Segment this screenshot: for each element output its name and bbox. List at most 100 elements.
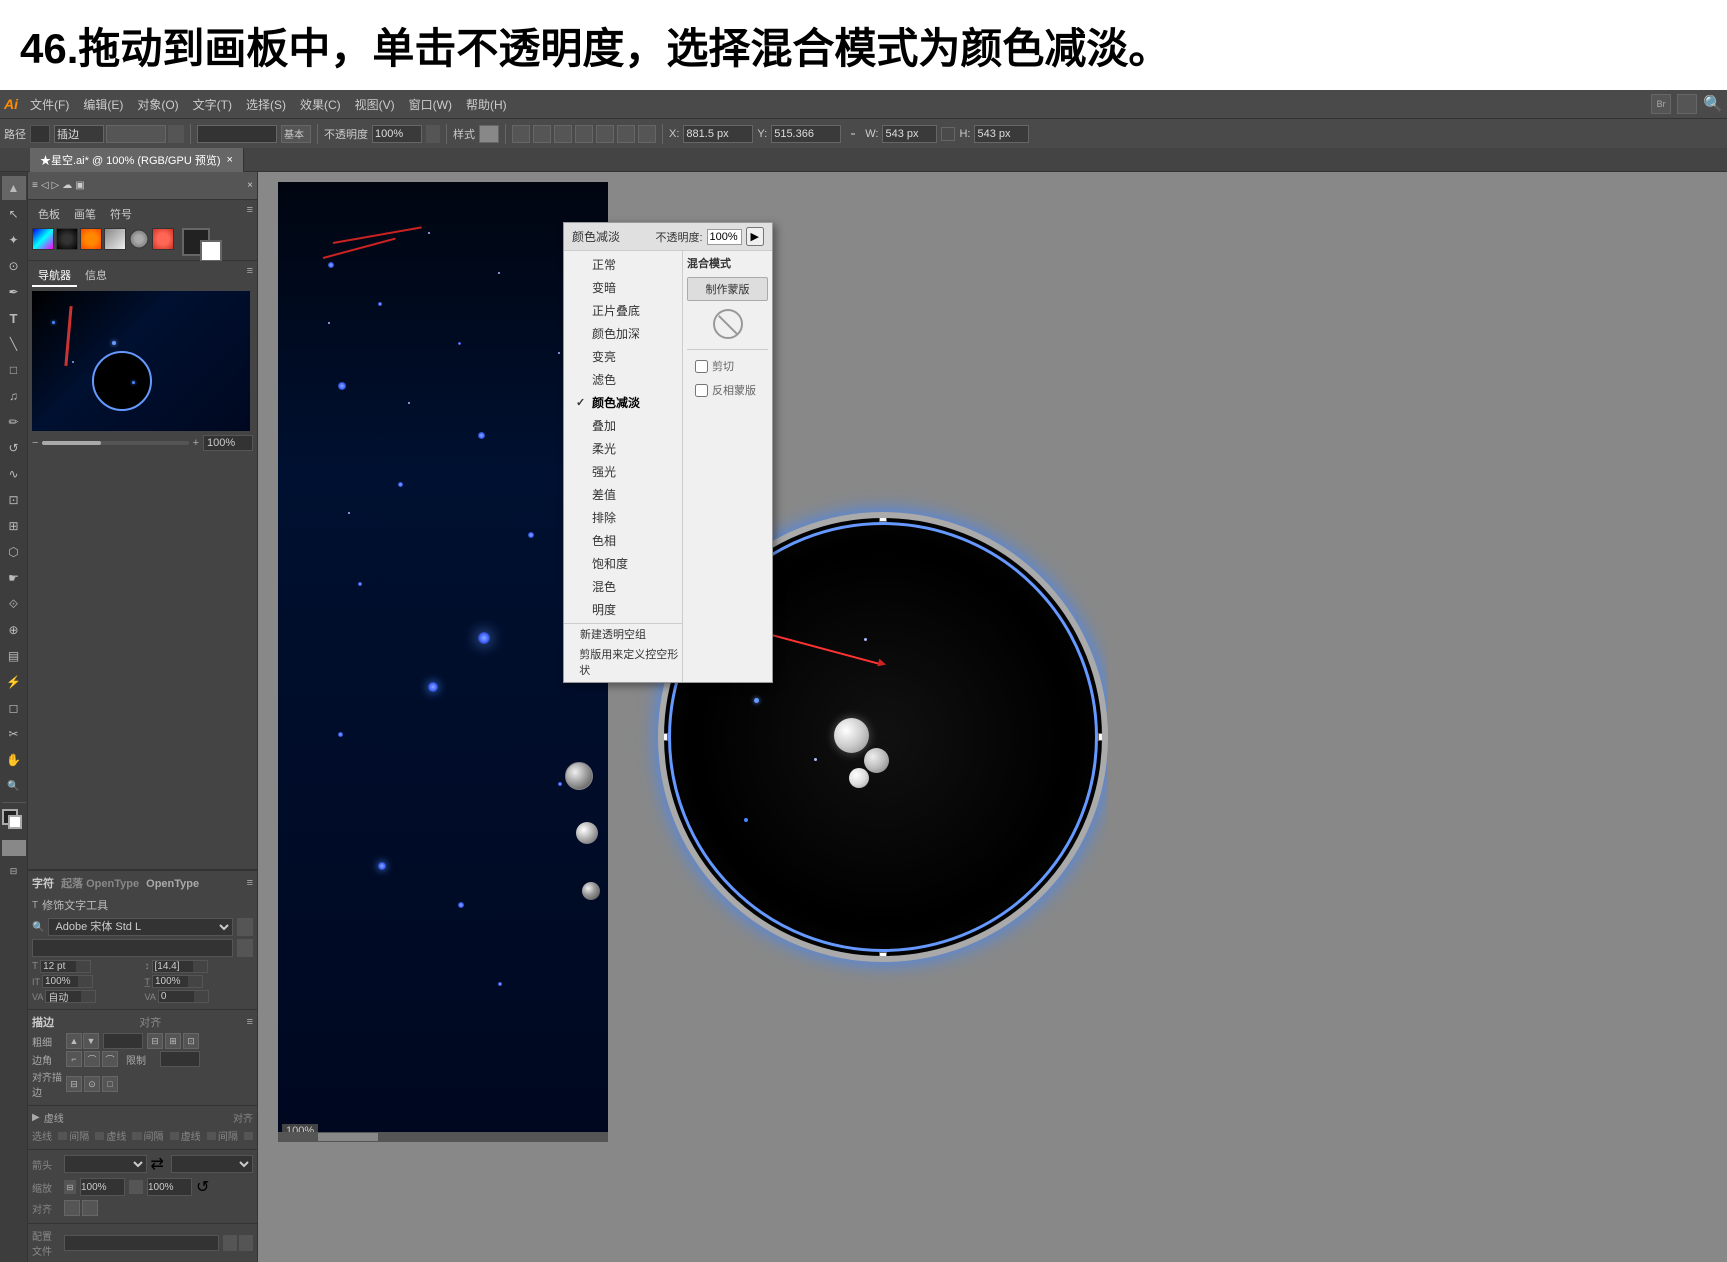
blend-mode-overlay[interactable]: 叠加 — [564, 414, 682, 437]
weight-up-btn[interactable]: ▼ — [83, 1033, 99, 1049]
handle-top[interactable] — [879, 514, 887, 522]
tab-swatches[interactable]: 色板 — [32, 204, 66, 224]
swatch-star[interactable] — [126, 226, 152, 252]
cap-round[interactable]: ⊙ — [84, 1076, 100, 1092]
magic-wand-tool[interactable]: ✦ — [2, 228, 26, 252]
blend-mode-exclusion[interactable]: 排除 — [564, 506, 682, 529]
h-scroll-thumb[interactable] — [318, 1133, 378, 1141]
document-tab[interactable]: ★星空.ai* @ 100% (RGB/GPU 预览) × — [30, 148, 244, 172]
mode-input[interactable] — [54, 125, 104, 143]
h-input[interactable] — [974, 125, 1029, 143]
link-wh-icon[interactable] — [941, 127, 955, 141]
leading-input[interactable] — [153, 961, 193, 972]
tool-icon-3[interactable] — [554, 125, 572, 143]
rect-tool[interactable]: □ — [2, 358, 26, 382]
tool-icon-7[interactable] — [638, 125, 656, 143]
kern-dropdown[interactable] — [194, 991, 208, 1002]
nav-menu-icon[interactable]: ≡ — [247, 265, 253, 287]
path-color-swatch[interactable] — [30, 125, 50, 143]
scale-refresh-icon[interactable]: ↺ — [196, 1177, 209, 1197]
dropdown-title[interactable]: 颜色减淡 — [572, 228, 620, 245]
tool-icon-6[interactable] — [617, 125, 635, 143]
menu-view[interactable]: 视图(V) — [349, 94, 401, 115]
char-panel-menu[interactable]: ≡ — [247, 877, 253, 889]
swatch-red[interactable] — [152, 228, 174, 250]
blend-mode-dodge[interactable]: ✓ 颜色减淡 — [564, 391, 682, 414]
w-input[interactable] — [882, 125, 937, 143]
screen-mode[interactable]: ⊟ — [2, 859, 26, 883]
align-end-btn[interactable] — [64, 1200, 80, 1216]
stroke-box[interactable] — [8, 815, 22, 829]
zoom-slider[interactable] — [42, 441, 188, 445]
scale-pct-2[interactable] — [147, 1178, 192, 1196]
zoom-in-icon[interactable]: + — [193, 437, 199, 449]
corner-bevel[interactable]: ⌒ — [102, 1051, 118, 1067]
menu-select[interactable]: 选择(S) — [240, 94, 292, 115]
blend-mode-hard-light[interactable]: 强光 — [564, 460, 682, 483]
direct-selection-tool[interactable]: ↖ — [2, 202, 26, 226]
handle-tr[interactable] — [1098, 514, 1106, 522]
align-path-btn[interactable] — [82, 1200, 98, 1216]
y-input[interactable] — [771, 125, 841, 143]
font-dropdown-btn[interactable] — [237, 918, 253, 936]
font-style-input[interactable] — [32, 939, 233, 957]
panel-menu-icon[interactable]: ≡ — [247, 204, 253, 224]
extra-option-1[interactable]: 新建透明空组 — [564, 624, 682, 644]
hand-tool[interactable]: ✋ — [2, 748, 26, 772]
arrow-start-select[interactable] — [64, 1155, 147, 1173]
font-family-select[interactable]: Adobe 宋体 Std L — [48, 918, 233, 936]
arrow-end-select[interactable] — [171, 1155, 254, 1173]
color-mode-btns[interactable] — [2, 840, 26, 856]
blend-tool[interactable]: ⟐ — [2, 592, 26, 616]
blend-mode-soft-light[interactable]: 柔光 — [564, 437, 682, 460]
weight-input[interactable] — [103, 1033, 143, 1049]
scissors-tool[interactable]: ✂ — [2, 722, 26, 746]
selection-tool[interactable]: ▲ — [2, 176, 26, 200]
tab-symbols[interactable]: 符号 — [104, 204, 138, 224]
stroke-menu[interactable]: ≡ — [247, 1016, 253, 1028]
lasso-tool[interactable]: ⊙ — [2, 254, 26, 278]
profile-btn-2[interactable] — [239, 1235, 253, 1251]
opacity-value-input[interactable] — [707, 229, 742, 245]
fill-stroke-widget[interactable] — [2, 809, 26, 837]
scale-tool[interactable]: ⊡ — [2, 488, 26, 512]
mode-dropdown[interactable] — [168, 125, 184, 143]
align-outside-btn[interactable]: ⊡ — [183, 1033, 199, 1049]
cap-square[interactable]: □ — [102, 1076, 118, 1092]
tab-navigator[interactable]: 导航器 — [32, 265, 77, 287]
menu-help[interactable]: 帮助(H) — [460, 94, 513, 115]
blend-mode-color-burn[interactable]: 颜色加深 — [564, 322, 682, 345]
pen-tool[interactable]: ✒ — [2, 280, 26, 304]
opacity-expand[interactable] — [426, 125, 440, 143]
tab-info[interactable]: 信息 — [79, 265, 113, 287]
hscale-input[interactable] — [43, 976, 78, 987]
column-graph[interactable]: ▤ — [2, 644, 26, 668]
pencil-tool[interactable]: ✏ — [2, 410, 26, 434]
blend-mode-multiply[interactable]: 正片叠底 — [564, 299, 682, 322]
eyedropper[interactable]: ☛ — [2, 566, 26, 590]
bridge-icon[interactable]: Br — [1651, 94, 1671, 114]
h-scroll[interactable] — [278, 1132, 608, 1142]
style-swatch[interactable] — [479, 125, 499, 143]
blend-mode-hue[interactable]: 色相 — [564, 529, 682, 552]
profile-btn-1[interactable] — [223, 1235, 237, 1251]
vscale-dropdown[interactable] — [188, 976, 202, 987]
panel-icon-2[interactable]: ◁ — [41, 180, 49, 191]
font-size-input[interactable] — [41, 961, 76, 972]
background-box[interactable] — [200, 240, 222, 262]
zoom-tool[interactable]: 🔍 — [2, 774, 26, 798]
shape-builder[interactable]: ⊞ — [2, 514, 26, 538]
cap-butt[interactable]: ⊟ — [66, 1076, 82, 1092]
blend-mode-saturation[interactable]: 饱和度 — [564, 552, 682, 575]
limit-input[interactable] — [160, 1051, 200, 1067]
handle-right[interactable] — [1098, 733, 1106, 741]
line-style[interactable] — [197, 125, 277, 143]
blend-mode-color[interactable]: 混色 — [564, 575, 682, 598]
tool-icon-1[interactable] — [512, 125, 530, 143]
leading-dropdown[interactable] — [193, 961, 207, 972]
extra-option-2[interactable]: 剪版用来定义控空形状 — [564, 644, 682, 680]
invert-checkbox[interactable] — [695, 384, 708, 397]
menu-effect[interactable]: 效果(C) — [294, 94, 347, 115]
symbol-tool[interactable]: ⊕ — [2, 618, 26, 642]
brush-tool[interactable]: ♫ — [2, 384, 26, 408]
